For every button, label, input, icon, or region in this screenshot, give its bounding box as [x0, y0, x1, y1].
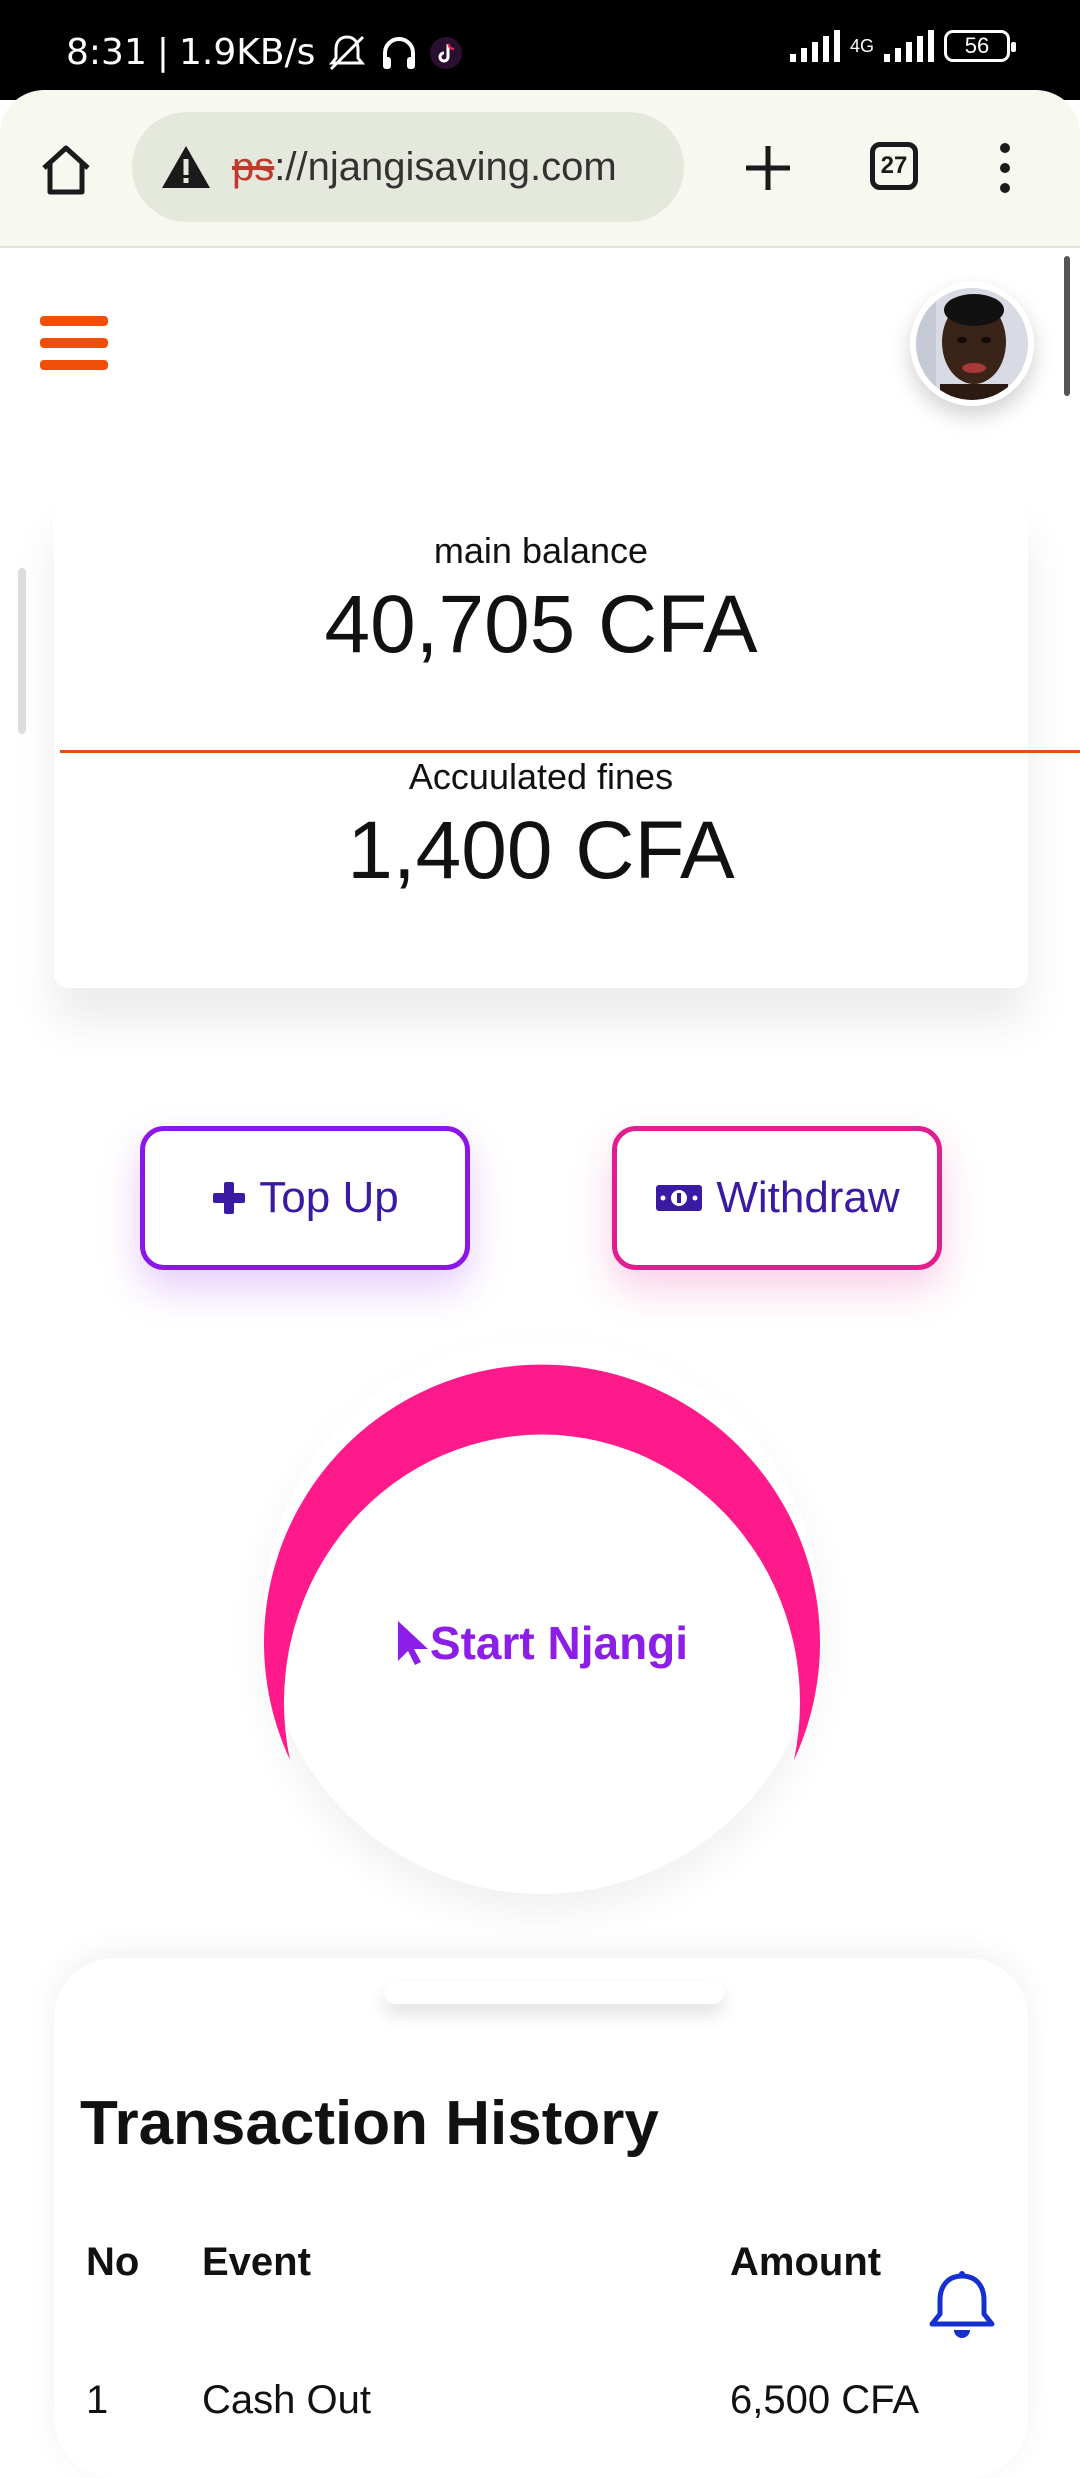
status-right: 4G 56 — [789, 30, 1016, 62]
main-balance-value: 40,705 CFA — [324, 579, 758, 670]
column-header-event: Event — [202, 2240, 311, 2284]
status-separator: | — [156, 32, 169, 73]
new-tab-icon[interactable] — [740, 140, 796, 196]
panel-drag-handle[interactable] — [384, 1982, 724, 2004]
top-up-button[interactable]: Top Up — [140, 1126, 470, 1270]
money-bill-icon — [656, 1185, 703, 1211]
status-left: 8:31 | 1.9KB/s — [66, 32, 463, 73]
warning-icon[interactable] — [160, 143, 212, 191]
start-njangi-button[interactable]: Start Njangi — [264, 1338, 820, 1894]
row-1-no: 1 — [86, 2378, 109, 2422]
url-scheme-struck: ps — [232, 144, 275, 189]
battery-level: 56 — [964, 33, 990, 58]
tab-switcher-button[interactable]: 27 — [870, 142, 918, 190]
balance-card: main balance 40,705 CFA Accuulated fines… — [54, 500, 1080, 988]
status-network-speed: 1.9KB/s — [178, 32, 316, 73]
network-type: 4G — [849, 35, 874, 56]
transaction-history-panel: Transaction History No Event Amount 1 Ca… — [54, 1958, 1028, 2478]
withdraw-button[interactable]: Withdraw — [612, 1126, 942, 1270]
top-up-label: Top Up — [259, 1173, 399, 1222]
headphones-icon — [383, 36, 416, 69]
main-balance-label: main balance — [433, 530, 649, 571]
hamburger-menu-icon[interactable] — [40, 316, 108, 374]
battery-icon: 56 — [944, 30, 1016, 62]
notification-bell-icon[interactable] — [922, 2268, 1002, 2348]
start-njangi-label: Start Njangi — [429, 1617, 689, 1669]
tiktok-icon — [430, 36, 463, 69]
url-domain: ://njangisaving.com — [274, 144, 617, 189]
home-icon[interactable] — [36, 140, 96, 200]
fines-value: 1,400 CFA — [347, 805, 735, 896]
side-scroll-indicator — [18, 568, 26, 734]
user-photo-icon — [916, 288, 1028, 400]
transaction-history-title: Transaction History — [80, 2089, 659, 2158]
url-text[interactable]: ps://njangisaving.com — [232, 145, 617, 190]
cursor-pointer-icon — [397, 1621, 428, 1665]
column-header-amount: Amount — [730, 2240, 882, 2284]
url-bar[interactable]: ps://njangisaving.com — [132, 112, 684, 222]
page-scrollbar[interactable] — [1064, 256, 1070, 396]
more-options-icon[interactable] — [990, 138, 1020, 198]
status-time: 8:31 — [66, 32, 147, 73]
balance-divider — [60, 750, 1080, 753]
plus-icon — [213, 1182, 246, 1214]
signal-icon — [789, 30, 840, 62]
notifications-muted-icon — [329, 34, 366, 70]
row-1-event: Cash Out — [202, 2378, 371, 2422]
row-1-amount: 6,500 CFA — [730, 2378, 920, 2422]
browser-toolbar: ps://njangisaving.com 27 — [0, 90, 1080, 248]
status-bar: 8:31 | 1.9KB/s 4G 56 — [0, 0, 1080, 100]
fines-label: Accuulated fines — [408, 756, 674, 797]
withdraw-label: Withdraw — [716, 1173, 900, 1222]
signal-icon-2 — [884, 30, 934, 62]
column-header-no: No — [86, 2240, 140, 2284]
start-njangi-label-wrap[interactable]: Start Njangi — [264, 1616, 820, 1670]
avatar[interactable] — [910, 282, 1034, 406]
